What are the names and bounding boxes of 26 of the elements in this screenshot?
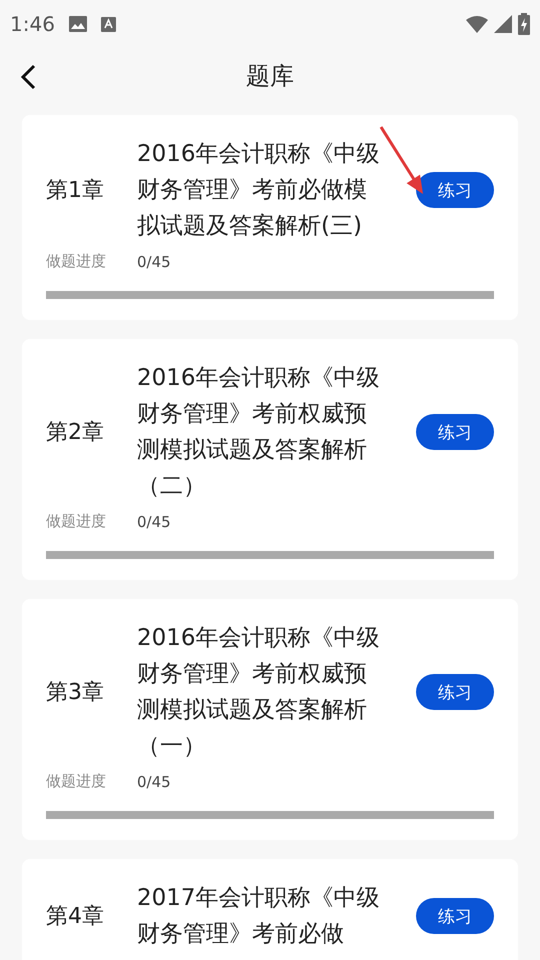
practice-button[interactable]: 练习 <box>416 898 494 934</box>
chapter-title: 2016年会计职称《中级财务管理》考前权威预测模拟试题及答案解析（一） <box>137 624 381 761</box>
progress-label: 做题进度 <box>46 512 107 531</box>
signal-icon <box>494 15 512 33</box>
font-icon <box>100 16 116 32</box>
progress-count: 0/45 <box>137 512 171 530</box>
chapter-label: 第4章 <box>46 903 105 931</box>
progress-label: 做题进度 <box>46 252 107 271</box>
chapter-title: 2016年会计职称《中级财务管理》考前权威预测模拟试题及答案解析（二） <box>137 364 381 501</box>
annotation-arrow <box>378 124 424 195</box>
progress-count: 0/45 <box>137 772 171 790</box>
chapter-label: 第2章 <box>46 419 105 447</box>
practice-button[interactable]: 练习 <box>416 172 494 208</box>
practice-button[interactable]: 练习 <box>416 674 494 710</box>
battery-icon <box>518 13 530 35</box>
chapter-title: 2017年会计职称《中级财务管理》考前必做 <box>137 884 381 949</box>
practice-button[interactable]: 练习 <box>416 414 494 450</box>
progress-count: 0/45 <box>137 252 171 270</box>
chapter-label: 第1章 <box>46 177 105 205</box>
progress-label: 做题进度 <box>46 772 107 791</box>
page-title: 题库 <box>246 61 294 92</box>
status-time: 1:46 <box>10 12 55 36</box>
chapter-label: 第3章 <box>46 679 105 707</box>
wifi-icon <box>466 15 488 33</box>
chapter-title: 2016年会计职称《中级财务管理》考前必做模拟试题及答案解析(三) <box>137 140 381 241</box>
image-icon <box>68 16 87 32</box>
